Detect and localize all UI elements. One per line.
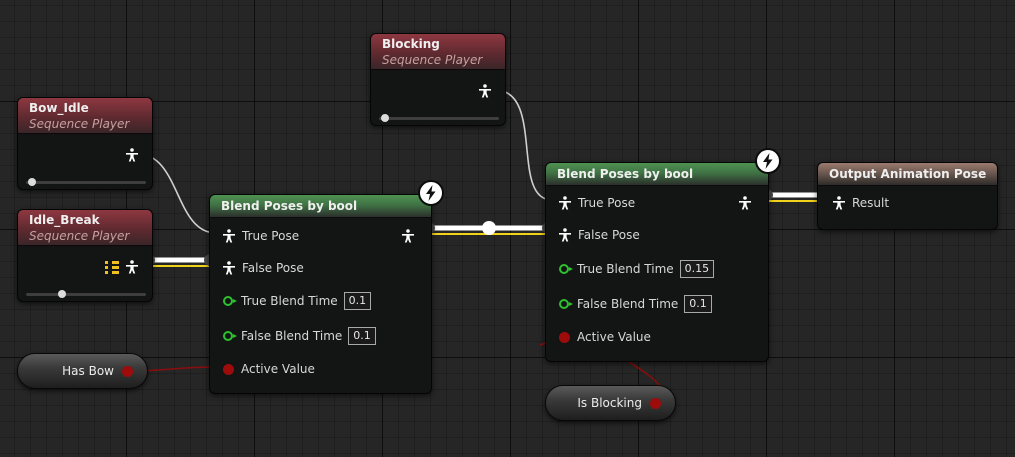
- is-blocking-variable-node[interactable]: Is Blocking: [545, 385, 676, 421]
- node-title: Output Animation Pose: [829, 167, 987, 181]
- pin-label: True Blend Time: [241, 294, 338, 308]
- output-pose-pin-icon[interactable]: [738, 196, 752, 210]
- pin-label: False Pose: [242, 261, 304, 275]
- blend-poses-by-bool-node-2[interactable]: Blend Poses by bool True Pose False Pose…: [545, 162, 769, 362]
- node-title: Bow_Idle: [29, 101, 89, 115]
- false-pose-pin[interactable]: False Pose: [222, 260, 304, 276]
- pose-pin-icon[interactable]: [222, 229, 236, 243]
- pose-pin-icon[interactable]: [478, 84, 492, 98]
- false-blend-time-pin[interactable]: False Blend Time 0.1: [559, 295, 712, 313]
- true-pose-pin[interactable]: True Pose: [222, 228, 299, 244]
- pin-label: True Pose: [578, 196, 636, 210]
- cached-pose-icon: [105, 261, 119, 275]
- pin-label: False Blend Time: [241, 329, 343, 343]
- idle-break-node[interactable]: Idle_Break Sequence Player: [17, 209, 153, 302]
- pose-pin-icon[interactable]: [125, 260, 139, 274]
- float-pin-icon[interactable]: [559, 264, 573, 274]
- slider-knob[interactable]: [58, 290, 66, 298]
- pin-label: True Blend Time: [577, 262, 674, 276]
- false-pose-pin[interactable]: False Pose: [558, 227, 640, 243]
- lightning-bolt-icon: [418, 180, 444, 206]
- false-blend-time-input[interactable]: 0.1: [684, 295, 712, 313]
- node-header: Blend Poses by bool: [546, 163, 768, 186]
- result-pin[interactable]: Result: [832, 195, 889, 211]
- node-subtitle: Sequence Player: [29, 229, 130, 243]
- bool-output-pin-icon[interactable]: [650, 397, 661, 409]
- pose-pin-icon[interactable]: [558, 228, 572, 242]
- wire-bubble: [482, 221, 496, 235]
- false-blend-time-pin[interactable]: False Blend Time 0.1: [223, 327, 376, 345]
- float-pin-icon[interactable]: [559, 299, 573, 309]
- node-subtitle: Sequence Player: [29, 117, 130, 131]
- true-blend-time-input[interactable]: 0.1: [343, 292, 372, 310]
- false-blend-time-input[interactable]: 0.1: [348, 327, 376, 345]
- node-title: Blocking: [382, 37, 440, 51]
- variable-label: Has Bow: [62, 364, 114, 378]
- active-value-pin[interactable]: Active Value: [559, 329, 651, 345]
- output-animation-pose-node[interactable]: Output Animation Pose Result: [817, 162, 998, 230]
- node-header: Blocking Sequence Player: [371, 34, 505, 70]
- pose-pin-icon[interactable]: [222, 261, 236, 275]
- bool-output-pin-icon[interactable]: [122, 365, 133, 377]
- play-position-slider[interactable]: [379, 114, 499, 122]
- blend-poses-by-bool-node-1[interactable]: Blend Poses by bool True Pose False Pose…: [209, 194, 432, 394]
- node-header: Bow_Idle Sequence Player: [18, 98, 152, 134]
- bool-pin-icon[interactable]: [559, 331, 570, 343]
- lightning-bolt-icon: [755, 148, 781, 174]
- true-blend-time-pin[interactable]: True Blend Time 0.15: [559, 260, 715, 278]
- output-pose-pin-icon[interactable]: [401, 229, 415, 243]
- has-bow-variable-node[interactable]: Has Bow: [17, 353, 148, 389]
- float-pin-icon[interactable]: [223, 296, 237, 306]
- slider-knob[interactable]: [28, 178, 36, 186]
- pose-pin-icon[interactable]: [832, 196, 846, 210]
- variable-label: Is Blocking: [577, 396, 642, 410]
- pin-label: Active Value: [577, 330, 651, 344]
- blocking-node[interactable]: Blocking Sequence Player: [370, 33, 506, 126]
- pin-label: False Pose: [578, 228, 640, 242]
- true-blend-time-pin[interactable]: True Blend Time 0.1: [223, 292, 372, 310]
- node-title: Blend Poses by bool: [557, 167, 694, 181]
- pin-label: Result: [852, 196, 890, 210]
- node-header: Blend Poses by bool: [210, 195, 431, 218]
- pin-label: Active Value: [241, 362, 315, 376]
- active-value-pin[interactable]: Active Value: [223, 361, 315, 377]
- float-pin-icon[interactable]: [223, 331, 237, 341]
- pose-pin-icon[interactable]: [125, 148, 139, 162]
- node-subtitle: Sequence Player: [382, 53, 483, 67]
- pin-label: False Blend Time: [577, 297, 679, 311]
- node-header: Idle_Break Sequence Player: [18, 210, 152, 246]
- pose-pin-icon[interactable]: [558, 196, 572, 210]
- true-blend-time-input[interactable]: 0.15: [679, 260, 715, 278]
- node-title: Blend Poses by bool: [221, 199, 358, 213]
- pin-label: True Pose: [242, 229, 300, 243]
- node-title: Idle_Break: [29, 213, 100, 227]
- node-header: Output Animation Pose: [818, 163, 997, 186]
- play-position-slider[interactable]: [26, 178, 146, 186]
- bool-pin-icon[interactable]: [223, 363, 234, 375]
- play-position-slider[interactable]: [26, 290, 146, 298]
- bow-idle-node[interactable]: Bow_Idle Sequence Player: [17, 97, 153, 190]
- slider-knob[interactable]: [381, 114, 389, 122]
- true-pose-pin[interactable]: True Pose: [558, 195, 635, 211]
